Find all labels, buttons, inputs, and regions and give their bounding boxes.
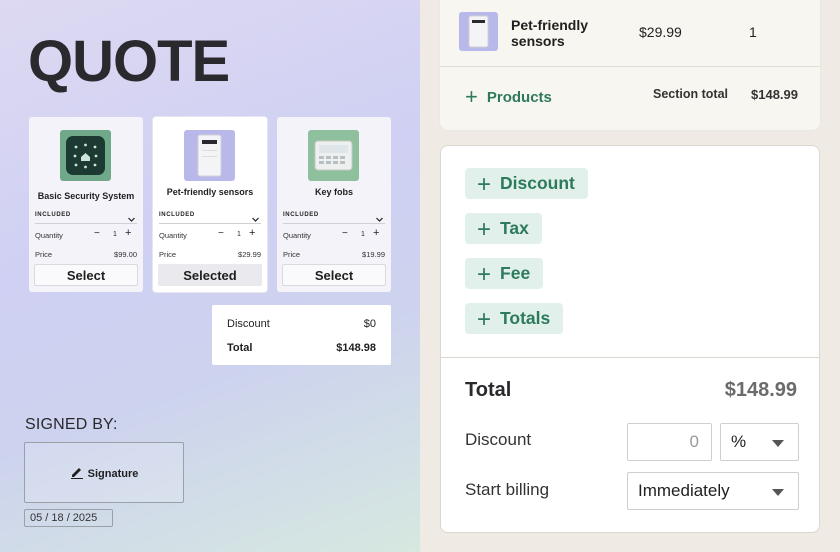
add-products-label: Products xyxy=(486,89,552,106)
add-fee-label: Fee xyxy=(500,263,531,283)
plus-icon: + xyxy=(477,216,492,243)
add-discount-label: Discount xyxy=(500,173,575,193)
plus-icon: + xyxy=(477,306,492,333)
included-dropdown[interactable]: INCLUDED xyxy=(283,210,385,224)
price-value: $19.99 xyxy=(362,250,385,259)
products-section: Pet-friendly sensors $29.99 1 + Products … xyxy=(440,0,820,130)
product-name: Pet-friendly sensors xyxy=(511,17,589,49)
signature-prompt: Signature xyxy=(25,465,183,480)
start-billing-label: Start billing xyxy=(465,480,550,499)
signature-date-field[interactable]: 05 / 18 / 2025 xyxy=(24,509,113,527)
quantity-value: 1 xyxy=(361,231,365,238)
plus-icon: + xyxy=(465,84,478,109)
product-card-key-fobs[interactable]: Key fobs INCLUDED Quantity − 1 + Price $… xyxy=(277,117,391,292)
add-tax-label: Tax xyxy=(500,218,529,238)
summary-total-row: Total $148.98 xyxy=(227,342,376,354)
increment-button[interactable]: + xyxy=(125,227,131,239)
quantity-label: Quantity xyxy=(159,231,187,240)
signature-field[interactable]: Signature xyxy=(24,442,184,503)
signature-label: Signature xyxy=(87,468,139,480)
quote-preview: QUOTE Basic Security System INCLUDED Qua… xyxy=(0,0,420,552)
caret-down-icon xyxy=(772,440,784,447)
select-button[interactable]: Select xyxy=(282,264,386,286)
add-totals-button[interactable]: + Totals xyxy=(465,303,564,334)
summary-discount-value: $0 xyxy=(363,318,376,330)
included-label: INCLUDED xyxy=(159,212,195,218)
product-quantity: 1 xyxy=(749,24,757,40)
add-tax-button[interactable]: + Tax xyxy=(465,213,542,244)
pen-icon xyxy=(70,468,88,480)
quantity-value: 1 xyxy=(113,231,117,238)
plus-icon: + xyxy=(477,261,492,288)
quantity-label: Quantity xyxy=(283,231,311,240)
divider xyxy=(441,357,819,358)
quantity-value: 1 xyxy=(237,231,241,238)
included-label: INCLUDED xyxy=(35,212,71,218)
increment-button[interactable]: + xyxy=(373,227,379,239)
card-name: Key fobs xyxy=(314,187,353,197)
included-dropdown[interactable]: INCLUDED xyxy=(35,210,137,224)
selected-button[interactable]: Selected xyxy=(158,264,262,286)
decrement-button[interactable]: − xyxy=(342,228,348,239)
product-card-basic-security[interactable]: Basic Security System INCLUDED Quantity … xyxy=(29,117,143,292)
total-label: Total xyxy=(465,379,512,401)
discount-unit-select[interactable]: % xyxy=(720,423,799,461)
discount-unit-value: % xyxy=(731,432,747,451)
included-dropdown[interactable]: INCLUDED xyxy=(159,210,261,224)
add-products-button[interactable]: + Products xyxy=(465,84,552,110)
quantity-label: Quantity xyxy=(35,231,63,240)
section-total-value: $148.99 xyxy=(751,87,798,102)
section-total-label: Section total xyxy=(653,87,729,101)
quote-title: QUOTE xyxy=(28,29,230,94)
sensor-thumbnail xyxy=(459,12,498,51)
quote-summary: Discount $0 Total $148.98 xyxy=(212,305,391,365)
add-fee-button[interactable]: + Fee xyxy=(465,258,544,289)
caret-down-icon xyxy=(772,489,784,496)
product-card-pet-sensors[interactable]: Pet-friendly sensors INCLUDED Quantity −… xyxy=(153,117,267,292)
add-totals-label: Totals xyxy=(500,308,551,328)
total-value: $148.99 xyxy=(724,379,797,401)
increment-button[interactable]: + xyxy=(249,227,255,239)
keypad-image xyxy=(308,130,359,181)
included-label: INCLUDED xyxy=(283,212,319,218)
sensor-image xyxy=(184,130,235,181)
add-discount-button[interactable]: + Discount xyxy=(465,168,588,199)
summary-discount-row: Discount $0 xyxy=(227,318,376,330)
select-button[interactable]: Select xyxy=(34,264,138,286)
discount-input[interactable]: 0 xyxy=(627,423,712,461)
price-label: Price xyxy=(283,250,301,259)
divider xyxy=(440,66,820,67)
discount-label: Discount xyxy=(465,430,532,449)
summary-discount-label: Discount xyxy=(227,318,270,330)
signed-by-label: SIGNED BY: xyxy=(25,416,118,433)
start-billing-select[interactable]: Immediately xyxy=(627,472,799,510)
summary-total-value: $148.98 xyxy=(336,342,376,354)
price-value: $29.99 xyxy=(238,250,261,259)
price-label: Price xyxy=(159,250,177,259)
decrement-button[interactable]: − xyxy=(218,228,224,239)
security-panel-image xyxy=(60,130,111,181)
card-name: Basic Security System xyxy=(37,191,135,201)
product-price: $29.99 xyxy=(639,24,682,40)
decrement-button[interactable]: − xyxy=(94,228,100,239)
card-name: Pet-friendly sensors xyxy=(166,187,254,197)
price-label: Price xyxy=(35,250,53,259)
price-value: $99.00 xyxy=(114,250,137,259)
summary-total-label: Total xyxy=(227,342,253,354)
plus-icon: + xyxy=(477,171,492,198)
totals-card: + Discount + Tax + Fee + Totals Total $148.9… xyxy=(440,145,820,533)
start-billing-value: Immediately xyxy=(638,481,730,500)
